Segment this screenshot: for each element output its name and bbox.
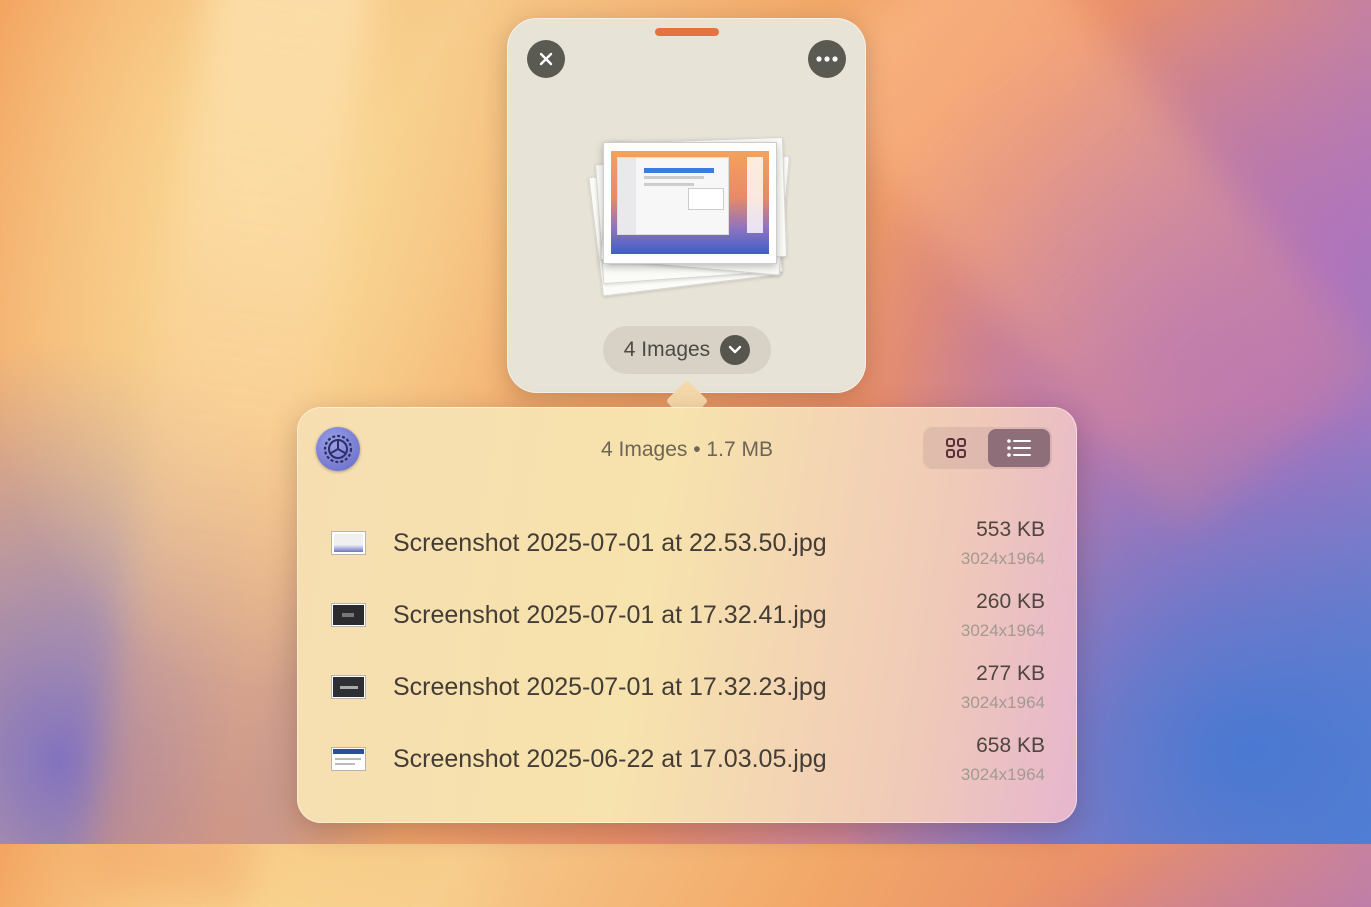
thumb-content	[335, 763, 355, 765]
file-row[interactable]: Screenshot 2025-06-22 at 17.03.05.jpg 65…	[297, 725, 1077, 797]
file-list-popover: 4 Images • 1.7 MB Screenshot 2025-07-01 …	[297, 407, 1077, 823]
file-name: Screenshot 2025-07-01 at 17.32.23.jpg	[393, 673, 827, 701]
file-row[interactable]: Screenshot 2025-07-01 at 17.32.23.jpg 27…	[297, 653, 1077, 725]
file-size: 553 KB	[976, 518, 1045, 541]
file-name: Screenshot 2025-07-01 at 22.53.50.jpg	[393, 529, 827, 557]
file-name: Screenshot 2025-07-01 at 17.32.41.jpg	[393, 601, 827, 629]
view-mode-toggle[interactable]	[923, 427, 1052, 469]
expand-button[interactable]	[720, 335, 751, 365]
mini-line	[644, 176, 704, 179]
file-name: Screenshot 2025-06-22 at 17.03.05.jpg	[393, 745, 827, 773]
grid-view-button[interactable]	[925, 429, 988, 467]
file-thumbnail	[331, 531, 366, 555]
more-icon	[816, 56, 838, 62]
mini-sidebar	[618, 158, 636, 234]
image-count-label: 4 Images	[623, 338, 711, 361]
file-list: Screenshot 2025-07-01 at 22.53.50.jpg 55…	[297, 509, 1077, 797]
thumb-content	[335, 758, 361, 760]
list-view-icon	[1006, 439, 1031, 457]
file-size: 260 KB	[976, 590, 1045, 613]
close-icon	[539, 52, 553, 66]
file-dimensions: 3024x1964	[960, 621, 1045, 640]
file-dimensions: 3024x1964	[960, 765, 1045, 784]
file-size: 277 KB	[976, 662, 1045, 685]
file-thumbnail	[331, 675, 366, 699]
file-thumbnail	[331, 603, 366, 627]
file-thumbnail	[331, 747, 366, 771]
thumb-content	[340, 686, 358, 689]
mini-dock	[747, 157, 763, 233]
image-count-selector[interactable]: 4 Images	[603, 326, 771, 374]
list-view-button[interactable]	[987, 429, 1050, 467]
chevron-down-icon	[728, 345, 742, 354]
drag-handle[interactable]	[655, 28, 719, 36]
file-row[interactable]: Screenshot 2025-07-01 at 17.32.41.jpg 26…	[297, 581, 1077, 653]
close-button[interactable]	[527, 40, 565, 78]
file-dimensions: 3024x1964	[960, 693, 1045, 712]
mini-window	[617, 157, 729, 235]
grid-view-icon	[946, 438, 967, 458]
file-dimensions: 3024x1964	[960, 549, 1045, 568]
more-button[interactable]	[808, 40, 846, 78]
thumb-content	[333, 749, 364, 754]
mini-dialog	[688, 188, 724, 210]
file-row[interactable]: Screenshot 2025-07-01 at 22.53.50.jpg 55…	[297, 509, 1077, 581]
top-screenshot-thumbnail	[603, 142, 777, 264]
thumb-content	[334, 534, 363, 552]
file-size: 658 KB	[976, 734, 1045, 757]
mini-line	[644, 183, 694, 186]
drop-shelf-card[interactable]: 4 Images	[507, 18, 866, 393]
screenshot-wallpaper	[611, 151, 769, 254]
image-stack-preview[interactable]	[583, 130, 793, 300]
thumb-content	[342, 613, 354, 617]
mini-selection	[644, 168, 714, 173]
